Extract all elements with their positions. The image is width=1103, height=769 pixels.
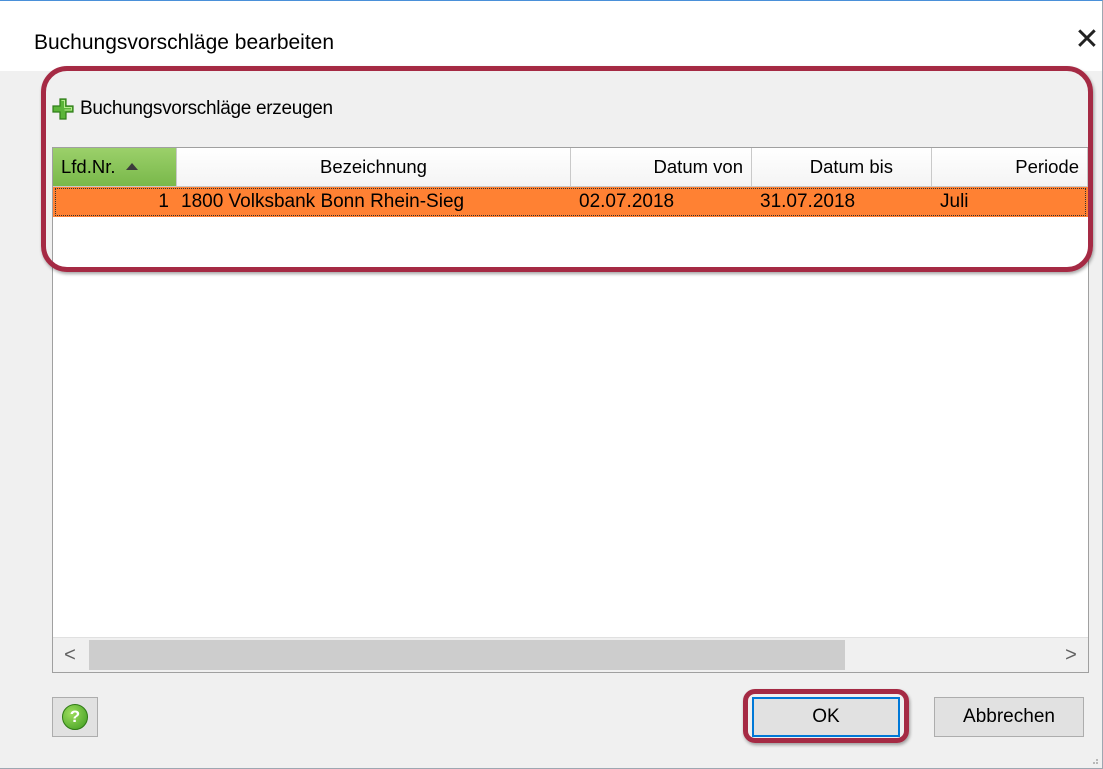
cell-datum-bis: 31.07.2018 — [760, 191, 856, 212]
column-header-bezeichnung[interactable]: Bezeichnung — [177, 148, 571, 186]
scroll-left-icon[interactable]: < — [53, 638, 87, 672]
help-button[interactable]: ? — [52, 697, 98, 737]
column-header-lfd-nr[interactable]: Lfd.Nr. — [53, 148, 177, 186]
plus-icon — [52, 98, 74, 120]
column-header-datum-von[interactable]: Datum von — [571, 148, 752, 186]
grid-header: Lfd.Nr. Bezeichnung Datum von Datum bis … — [53, 148, 1088, 187]
column-header-periode[interactable]: Periode — [932, 148, 1088, 186]
dialog-window: Buchungsvorschläge bearbeiten ✕ Buchungs… — [0, 0, 1103, 769]
resize-grip-icon[interactable] — [1089, 755, 1099, 765]
horizontal-scrollbar[interactable]: < > — [53, 637, 1088, 672]
dialog-title: Buchungsvorschläge bearbeiten — [34, 31, 335, 54]
create-proposals-button[interactable]: Buchungsvorschläge erzeugen — [52, 95, 333, 123]
column-label: Periode — [1015, 156, 1079, 177]
table-row[interactable]: 1 1800 Volksbank Bonn Rhein-Sieg 02.07.2… — [53, 187, 1088, 217]
help-icon: ? — [62, 704, 88, 730]
column-label: Bezeichnung — [320, 156, 427, 177]
sort-ascending-icon — [125, 162, 138, 170]
column-header-datum-bis[interactable]: Datum bis — [752, 148, 932, 186]
column-label: Datum bis — [809, 156, 893, 177]
proposals-grid[interactable]: Lfd.Nr. Bezeichnung Datum von Datum bis … — [52, 147, 1089, 673]
scroll-right-icon[interactable]: > — [1054, 638, 1088, 672]
cell-lfd-nr: 1 — [158, 191, 169, 212]
title-bar: Buchungsvorschläge bearbeiten ✕ — [0, 1, 1102, 71]
cell-periode: Juli — [940, 191, 969, 212]
cell-bezeichnung: 1800 Volksbank Bonn Rhein-Sieg — [181, 191, 465, 212]
scrollbar-thumb[interactable] — [89, 640, 845, 670]
column-label: Datum von — [653, 156, 743, 177]
cancel-button[interactable]: Abbrechen — [934, 697, 1084, 737]
create-proposals-label: Buchungsvorschläge erzeugen — [80, 98, 333, 119]
close-icon[interactable]: ✕ — [1070, 21, 1103, 59]
cell-datum-von: 02.07.2018 — [579, 191, 675, 212]
ok-button[interactable]: OK — [752, 697, 900, 737]
column-label: Lfd.Nr. — [61, 156, 116, 177]
